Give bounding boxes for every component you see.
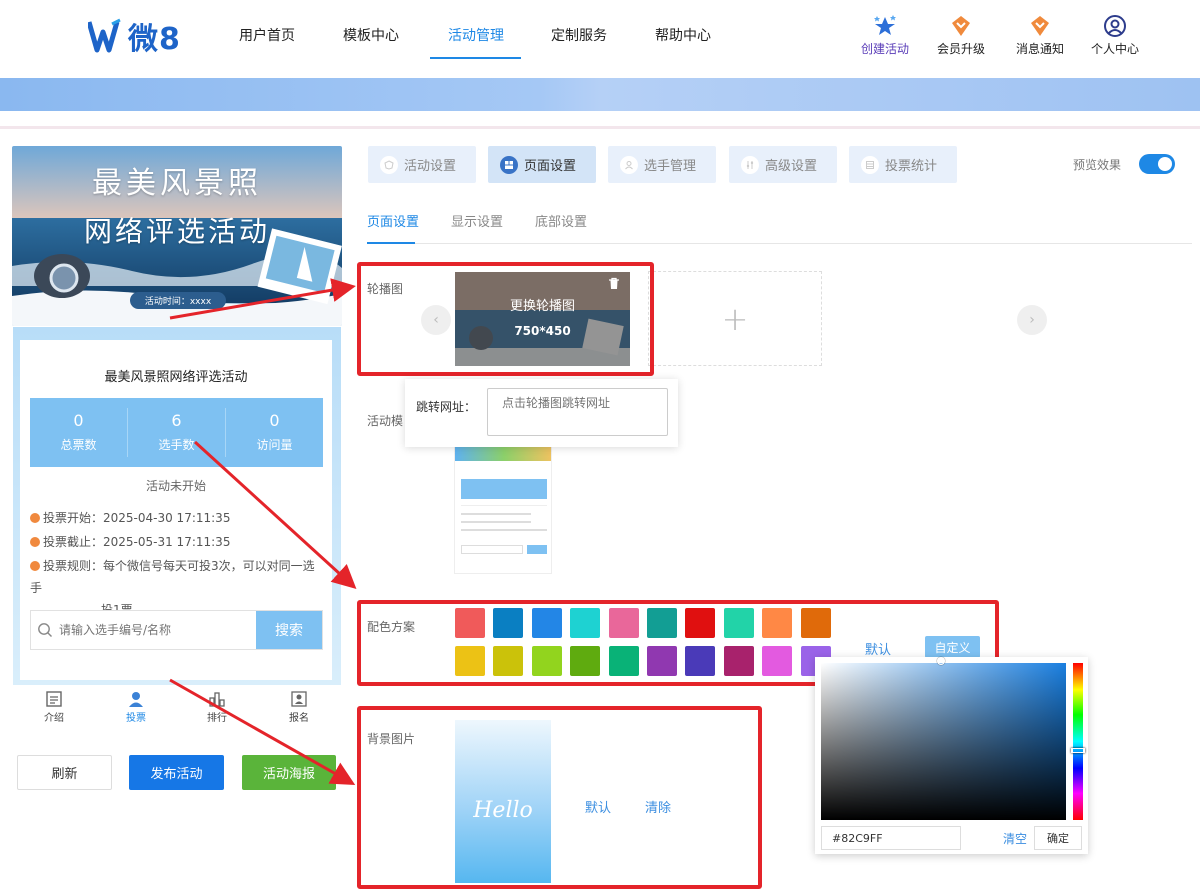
arrow-cover-to-carousel [169,278,356,320]
annotation-arrows [169,278,357,785]
arrow-stats-to-colors [193,440,357,590]
arrow-card-to-background [169,678,356,785]
page: 微8 用户首页 模板中心 活动管理 定制服务 帮助中心 创建活动 会员升级 消息… [0,0,1200,895]
